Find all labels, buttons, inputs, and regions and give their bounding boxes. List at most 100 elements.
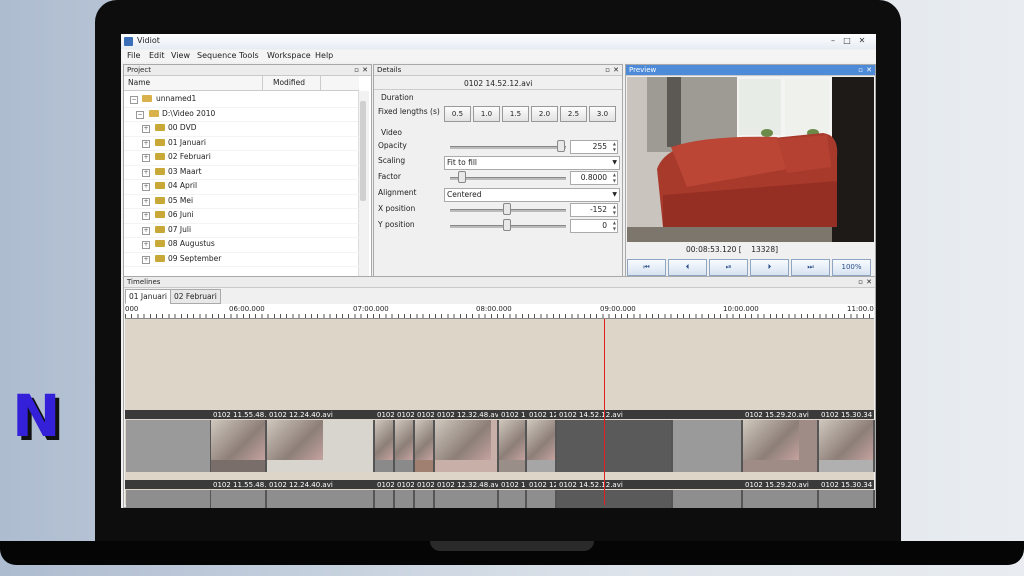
float-icon[interactable]: ▫ [858,277,863,287]
video-clip[interactable] [557,420,673,472]
tree-item[interactable]: +01 Januari [124,136,359,151]
tab-01-januari[interactable]: 01 Januari [125,289,172,304]
column-extra[interactable] [320,76,359,91]
goto-start-button[interactable]: ⏮ [627,259,666,276]
collapse-icon[interactable]: − [136,110,144,119]
audio-clip[interactable] [743,490,819,508]
tab-02-februari[interactable]: 02 Februari [170,289,221,304]
zoom-button[interactable]: 100% [832,259,871,276]
expand-icon[interactable]: + [142,183,150,191]
menu-help[interactable]: Help [315,51,333,60]
audio-clip[interactable] [211,490,267,508]
tree-item[interactable]: +06 Juni [124,208,359,224]
folder-icon [142,95,152,102]
spinner-icon[interactable]: ▲ ▼ [613,204,616,216]
tree-item[interactable]: +02 Februari [124,150,359,166]
close-icon[interactable]: ✕ [866,277,872,287]
tree-item[interactable]: +03 Maart [124,165,359,180]
fixed-length-button[interactable]: 1.0 [473,106,500,122]
expand-icon[interactable]: + [142,139,150,148]
play-pause-button[interactable]: ⏯ [709,259,748,276]
close-icon[interactable]: ✕ [362,65,368,75]
spinner-icon[interactable]: ▲ ▼ [613,141,616,153]
expand-icon[interactable]: + [142,226,150,235]
playhead-cursor[interactable] [604,319,605,505]
xpos-slider-knob[interactable] [503,203,511,215]
tree-item[interactable]: +08 Augustus [124,237,359,253]
fixed-length-button[interactable]: 2.0 [531,106,558,122]
scroll-thumb[interactable] [360,101,366,201]
audio-clip[interactable] [527,490,557,508]
opacity-slider[interactable] [450,146,566,149]
goto-end-button[interactable]: ⏭ [791,259,830,276]
factor-slider-knob[interactable] [458,171,466,183]
close-icon[interactable]: ✕ [866,65,872,75]
column-name[interactable]: Name [124,76,262,91]
expand-icon[interactable]: + [142,154,150,162]
alignment-select[interactable]: Centered ▼ [444,188,620,202]
ypos-input[interactable]: 0 ▲ ▼ [570,219,618,233]
audio-clip[interactable] [395,490,415,508]
timeline-ruler[interactable]: 000 06:00.000 07:00.000 08:00.000 09:00.… [125,304,874,319]
fixed-length-button[interactable]: 1.5 [502,106,529,122]
expand-icon[interactable]: + [142,255,150,264]
scaling-select[interactable]: Fit to fill ▼ [444,156,620,170]
close-icon[interactable]: ✕ [613,65,619,75]
fixed-length-button[interactable]: 0.5 [444,106,471,122]
tree-item[interactable]: +09 September [124,252,359,267]
audio-clip[interactable] [415,490,435,508]
tree-item[interactable]: +00 DVD [124,121,359,137]
fixed-length-button[interactable]: 3.0 [589,106,616,122]
video-clip[interactable] [126,420,212,472]
tree-item[interactable]: +07 Juli [124,223,359,238]
tree-item[interactable]: +04 April [124,179,359,195]
audio-clip[interactable] [557,490,673,508]
audio-clip[interactable] [375,490,395,508]
menu-edit[interactable]: Edit [149,51,165,60]
minimize-button[interactable]: – [828,35,838,46]
video-clip[interactable] [673,420,743,472]
float-icon[interactable]: ▫ [858,65,863,75]
audio-clip[interactable] [435,490,499,508]
menu-view[interactable]: View [171,51,190,60]
step-back-button[interactable]: ⏴ [668,259,707,276]
xpos-input[interactable]: -152 ▲ ▼ [570,203,618,217]
spinner-icon[interactable]: ▲ ▼ [613,220,616,232]
timelines-panel: Timelines ▫ ✕ 01 Januari 02 Februari 000… [123,276,876,508]
folder-icon [149,109,159,117]
tree-item[interactable]: +05 Mei [124,194,359,209]
factor-input[interactable]: 0.8000 ▲ ▼ [570,171,618,185]
expand-icon[interactable]: + [142,197,150,206]
opacity-slider-knob[interactable] [557,140,565,152]
menu-file[interactable]: File [127,51,140,60]
float-icon[interactable]: ▫ [354,65,359,75]
audio-clip[interactable] [499,490,527,508]
column-modified[interactable]: Modified [262,76,321,91]
tree-root[interactable]: − unnamed1 [124,92,359,108]
expand-icon[interactable]: + [142,241,150,249]
opacity-input[interactable]: 255 ▲ ▼ [570,140,618,154]
audio-clip[interactable] [673,490,743,508]
ypos-slider-knob[interactable] [503,219,511,231]
close-button[interactable]: ✕ [857,35,867,46]
tree-label: 06 Juni [168,210,194,219]
menu-sequence[interactable]: Sequence [197,51,236,60]
menu-tools[interactable]: Tools [239,51,259,60]
audio-clip[interactable] [819,490,875,508]
expand-icon[interactable]: + [142,125,150,133]
maximize-button[interactable]: □ [842,35,852,46]
clip-label: 0102 15.29.20.avi [745,411,809,419]
factor-slider[interactable] [450,177,566,180]
float-icon[interactable]: ▫ [605,65,610,75]
audio-clip[interactable] [126,490,212,508]
audio-clip[interactable] [267,490,375,508]
tree-folder[interactable]: − D:\Video 2010 [124,107,359,122]
timeline-tracks[interactable]: 0102 11.55.48.avi0102 11.55.48.avi0102 1… [125,319,875,508]
step-forward-button[interactable]: ⏵ [750,259,789,276]
expand-icon[interactable]: + [142,212,150,220]
menu-workspace[interactable]: Workspace [267,51,311,60]
fixed-length-button[interactable]: 2.5 [560,106,587,122]
collapse-icon[interactable]: − [130,96,138,104]
spinner-icon[interactable]: ▲ ▼ [613,172,616,184]
expand-icon[interactable]: + [142,168,150,177]
